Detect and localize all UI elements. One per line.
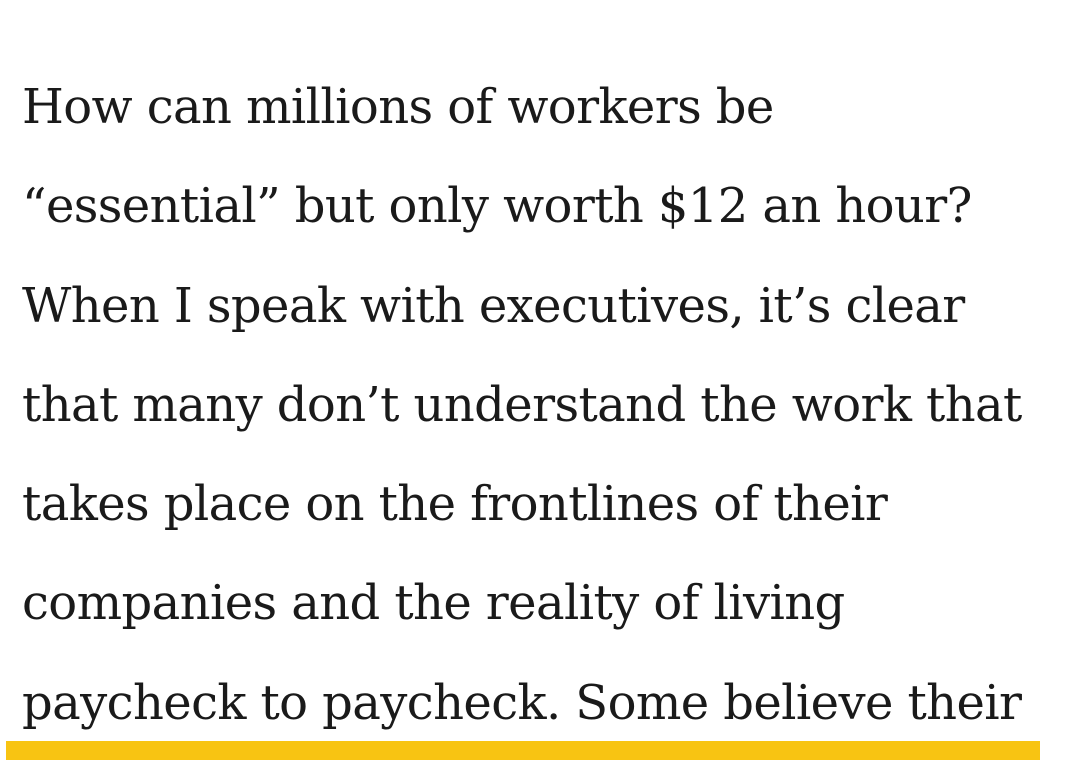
article-paragraph: How can millions of workers be “essentia… <box>22 58 1072 753</box>
paragraph-line: When I speak with executives, it’s clear <box>22 277 965 334</box>
paragraph-line: paycheck to paycheck. Some believe their <box>22 674 1022 731</box>
paragraph-line: “essential” but only worth $12 an hour? <box>22 178 972 235</box>
paragraph-line: takes place on the frontlines of their <box>22 476 888 533</box>
yellow-highlight-bar <box>6 741 1040 760</box>
paragraph-line: companies and the reality of living <box>22 575 845 632</box>
paragraph-line: that many don’t understand the work that <box>22 376 1022 433</box>
paragraph-line: How can millions of workers be <box>22 79 774 135</box>
